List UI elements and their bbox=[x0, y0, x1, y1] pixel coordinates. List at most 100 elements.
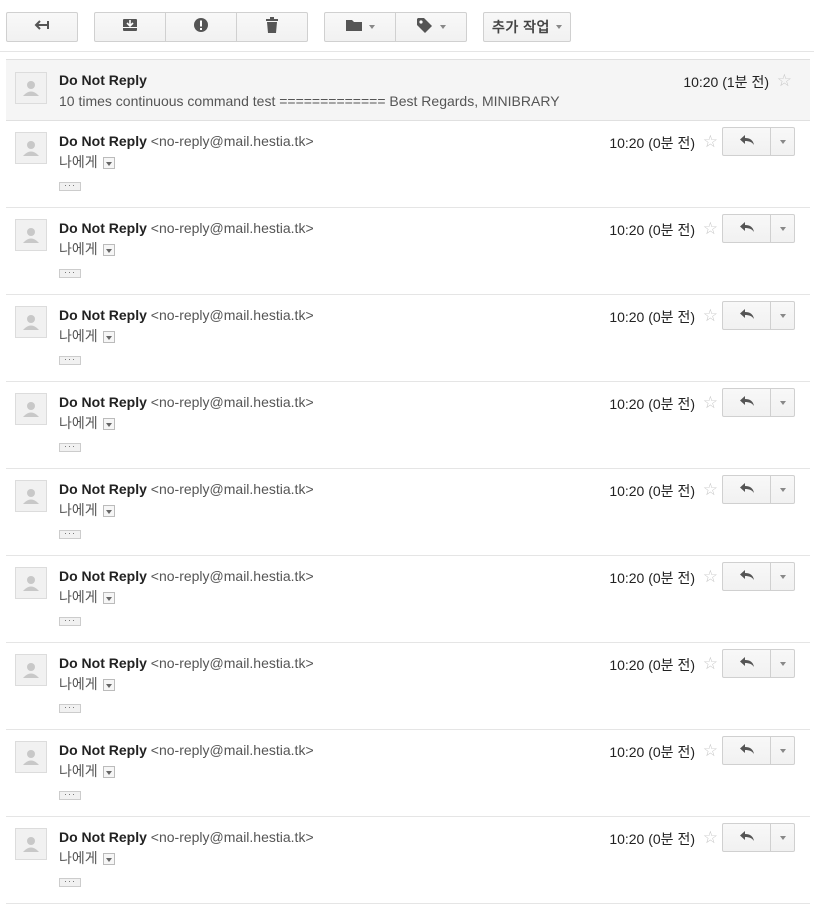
show-trimmed-content-button[interactable]: ··· bbox=[59, 703, 81, 713]
reply-more-button[interactable] bbox=[771, 388, 795, 417]
details-dropdown-icon[interactable] bbox=[102, 853, 115, 865]
reply-arrow-icon bbox=[739, 655, 755, 673]
details-dropdown-icon[interactable] bbox=[102, 505, 115, 517]
reply-button[interactable] bbox=[722, 475, 771, 504]
star-icon[interactable]: ☆ bbox=[703, 829, 718, 846]
sender-name[interactable]: Do Not Reply bbox=[59, 133, 147, 149]
reply-arrow-icon bbox=[739, 220, 755, 238]
show-trimmed-content-button[interactable]: ··· bbox=[59, 790, 81, 800]
archive-icon bbox=[122, 18, 138, 37]
reply-button[interactable] bbox=[722, 214, 771, 243]
reply-button[interactable] bbox=[722, 562, 771, 591]
sender-name[interactable]: Do Not Reply bbox=[59, 568, 147, 584]
details-dropdown-icon[interactable] bbox=[102, 157, 115, 169]
reply-more-button[interactable] bbox=[771, 127, 795, 156]
reply-more-button[interactable] bbox=[771, 562, 795, 591]
label-tag-icon bbox=[416, 17, 434, 38]
reply-button[interactable] bbox=[722, 649, 771, 678]
star-icon[interactable]: ☆ bbox=[703, 655, 718, 672]
avatar bbox=[15, 393, 47, 425]
reply-button[interactable] bbox=[722, 736, 771, 765]
reply-more-button[interactable] bbox=[771, 301, 795, 330]
delete-button[interactable] bbox=[236, 12, 308, 42]
expanded-message: Do Not Reply <no-reply@mail.hestia.tk> 나… bbox=[6, 469, 810, 556]
show-trimmed-content-button[interactable]: ··· bbox=[59, 442, 81, 452]
reply-arrow-icon bbox=[739, 829, 755, 847]
sender-name[interactable]: Do Not Reply bbox=[59, 394, 147, 410]
expanded-message: Do Not Reply <no-reply@mail.hestia.tk> 나… bbox=[6, 730, 810, 817]
star-icon[interactable]: ☆ bbox=[703, 394, 718, 411]
chevron-down-icon bbox=[779, 487, 786, 492]
details-dropdown-icon[interactable] bbox=[102, 592, 115, 604]
star-icon[interactable]: ☆ bbox=[703, 220, 718, 237]
expanded-message: Do Not Reply <no-reply@mail.hestia.tk> 나… bbox=[6, 208, 810, 295]
message-time: 10:20 (1분 전) bbox=[683, 74, 769, 90]
recipient-line: 나에게 bbox=[59, 152, 115, 172]
sender-name[interactable]: Do Not Reply bbox=[59, 742, 147, 758]
archive-button[interactable] bbox=[94, 12, 166, 42]
show-trimmed-content-button[interactable]: ··· bbox=[59, 181, 81, 191]
expanded-message: Do Not Reply <no-reply@mail.hestia.tk> 나… bbox=[6, 121, 810, 208]
back-button[interactable] bbox=[6, 12, 78, 42]
sender-name[interactable]: Do Not Reply bbox=[59, 307, 147, 323]
message-time: 10:20 (0분 전) bbox=[609, 570, 695, 586]
star-icon[interactable]: ☆ bbox=[703, 568, 718, 585]
star-icon[interactable]: ☆ bbox=[703, 742, 718, 759]
reply-button[interactable] bbox=[722, 127, 771, 156]
show-trimmed-content-button[interactable]: ··· bbox=[59, 616, 81, 626]
collapsed-message[interactable]: Do Not Reply 10 times continuous command… bbox=[6, 59, 810, 121]
show-trimmed-content-button[interactable]: ··· bbox=[59, 268, 81, 278]
avatar bbox=[15, 132, 47, 164]
reply-more-button[interactable] bbox=[771, 214, 795, 243]
details-dropdown-icon[interactable] bbox=[102, 244, 115, 256]
star-icon[interactable]: ☆ bbox=[777, 72, 792, 89]
chevron-down-icon bbox=[779, 226, 786, 231]
reply-more-button[interactable] bbox=[771, 823, 795, 852]
recipient-line: 나에게 bbox=[59, 848, 115, 868]
report-spam-button[interactable] bbox=[165, 12, 237, 42]
recipient-line: 나에게 bbox=[59, 239, 115, 259]
recipient-label: 나에게 bbox=[59, 328, 98, 344]
reply-button[interactable] bbox=[722, 388, 771, 417]
recipient-label: 나에게 bbox=[59, 241, 98, 257]
sender-email: <no-reply@mail.hestia.tk> bbox=[150, 568, 314, 584]
reply-button-group bbox=[722, 301, 795, 330]
details-dropdown-icon[interactable] bbox=[102, 418, 115, 430]
reply-button-group bbox=[722, 127, 795, 156]
reply-more-button[interactable] bbox=[771, 649, 795, 678]
sender-email: <no-reply@mail.hestia.tk> bbox=[150, 394, 314, 410]
chevron-down-icon bbox=[779, 313, 786, 318]
reply-more-button[interactable] bbox=[771, 475, 795, 504]
reply-more-button[interactable] bbox=[771, 736, 795, 765]
recipient-line: 나에게 bbox=[59, 674, 115, 694]
star-icon[interactable]: ☆ bbox=[703, 307, 718, 324]
move-to-button[interactable] bbox=[324, 12, 396, 42]
details-dropdown-icon[interactable] bbox=[102, 766, 115, 778]
show-trimmed-content-button[interactable]: ··· bbox=[59, 529, 81, 539]
details-dropdown-icon[interactable] bbox=[102, 331, 115, 343]
recipient-line: 나에게 bbox=[59, 500, 115, 520]
show-trimmed-content-button[interactable]: ··· bbox=[59, 877, 81, 887]
reply-button-group bbox=[722, 388, 795, 417]
star-icon[interactable]: ☆ bbox=[703, 133, 718, 150]
expanded-message: Do Not Reply <no-reply@mail.hestia.tk> 나… bbox=[6, 382, 810, 469]
more-actions-label: 추가 작업 bbox=[492, 19, 550, 35]
more-actions-button[interactable]: 추가 작업 bbox=[483, 12, 571, 42]
details-dropdown-icon[interactable] bbox=[102, 679, 115, 691]
reply-button[interactable] bbox=[722, 301, 771, 330]
star-icon[interactable]: ☆ bbox=[703, 481, 718, 498]
chevron-down-icon bbox=[779, 661, 786, 666]
avatar bbox=[15, 306, 47, 338]
recipient-line: 나에게 bbox=[59, 413, 115, 433]
sender-name[interactable]: Do Not Reply bbox=[59, 655, 147, 671]
chevron-down-icon bbox=[369, 25, 375, 29]
show-trimmed-content-button[interactable]: ··· bbox=[59, 355, 81, 365]
recipient-label: 나에게 bbox=[59, 850, 98, 866]
sender-name[interactable]: Do Not Reply bbox=[59, 220, 147, 236]
reply-button[interactable] bbox=[722, 823, 771, 852]
sender-name[interactable]: Do Not Reply bbox=[59, 481, 147, 497]
sender-line: Do Not Reply <no-reply@mail.hestia.tk> bbox=[59, 307, 314, 323]
recipient-label: 나에게 bbox=[59, 676, 98, 692]
sender-name[interactable]: Do Not Reply bbox=[59, 829, 147, 845]
labels-button[interactable] bbox=[395, 12, 467, 42]
